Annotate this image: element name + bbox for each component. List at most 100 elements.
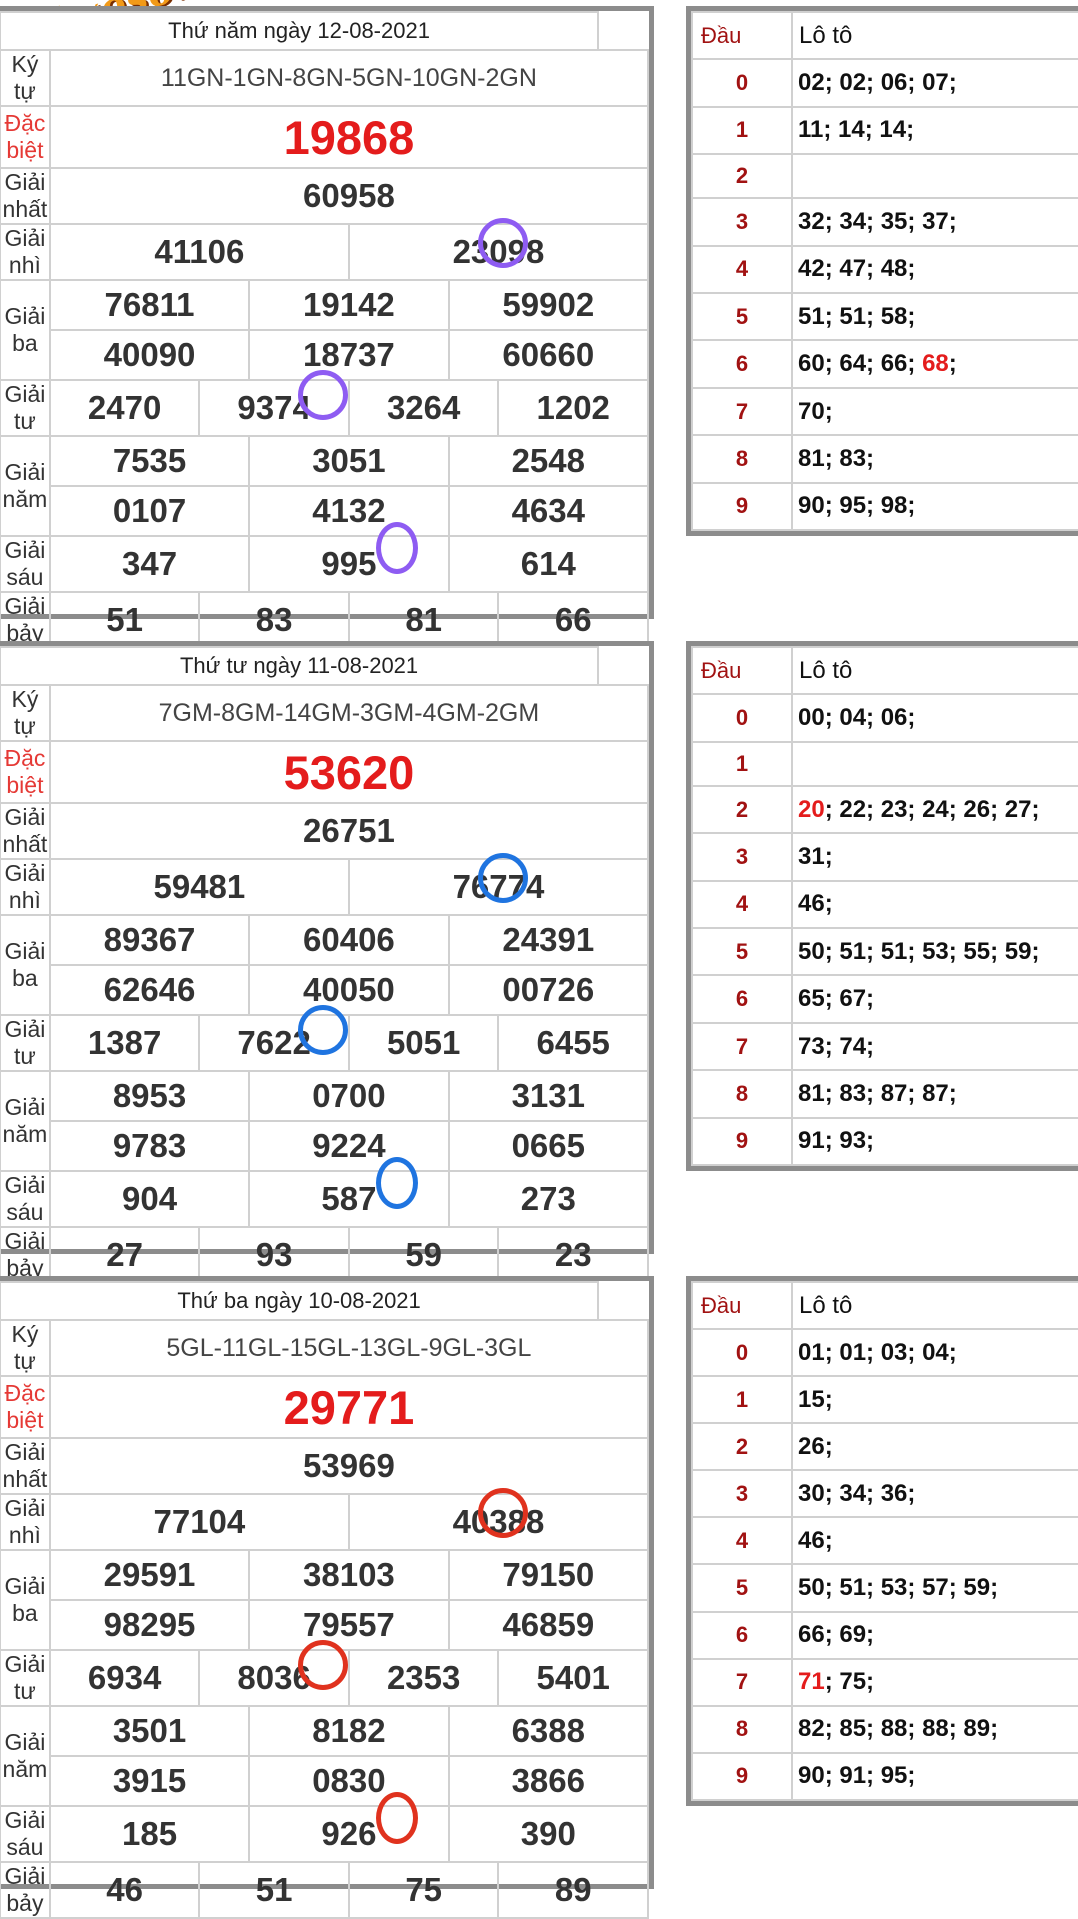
giai-nam-value: 9224 xyxy=(248,1120,450,1172)
loto-cell xyxy=(791,740,1078,787)
loto-header: Lô tô xyxy=(791,10,1078,61)
loto-cell: 02; 02; 06; 07; xyxy=(791,58,1078,108)
label-giai-nam: Giải năm xyxy=(0,1070,51,1172)
loto-table: Đầu Lô tô 0 01; 01; 03; 04; 1 15; 2 26; 3… xyxy=(686,1276,1078,1806)
loto-highlight: 71 xyxy=(798,1668,825,1696)
giai-ba-value: 00726 xyxy=(447,964,650,1016)
loto-values: 42; 47; 48; xyxy=(798,255,916,283)
giai-nam-value: 3131 xyxy=(447,1070,650,1122)
loto-cell: 46; xyxy=(791,1516,1078,1566)
label-giai-ba: Giải ba xyxy=(0,914,51,1016)
loto-cell: 50; 51; 51; 53; 55; 59; xyxy=(791,927,1078,977)
loto-values: 31; xyxy=(798,843,833,871)
loto-header: Lô tô xyxy=(791,1280,1078,1331)
giai-ba-value: 38103 xyxy=(248,1549,450,1601)
dau-cell: 1 xyxy=(691,740,793,787)
dau-header: Đầu xyxy=(691,1280,793,1331)
giai-ba-value: 46859 xyxy=(447,1599,650,1651)
giai-nam-value: 3501 xyxy=(48,1705,251,1757)
giai-nam-value: 4132 xyxy=(248,485,450,537)
loto-values: 73; 74; xyxy=(798,1032,875,1060)
dau-cell: 7 xyxy=(691,1021,793,1072)
giai-sau-value: 347 xyxy=(48,535,251,593)
dau-cell: 4 xyxy=(691,244,793,295)
giai-nhi-value: 41106 xyxy=(48,223,350,281)
dau-cell: 9 xyxy=(691,1751,793,1802)
giai-nam-value: 0700 xyxy=(248,1070,450,1122)
giai-nam-value: 2548 xyxy=(447,435,650,487)
label-giai-ba: Giải ba xyxy=(0,279,51,381)
loto-cell: 15; xyxy=(791,1375,1078,1425)
dau-cell: 5 xyxy=(691,292,793,342)
giai-ba-value: 76811 xyxy=(48,279,251,331)
giai-ba-value: 59902 xyxy=(447,279,650,331)
draw-date: Thứ ba ngày 10-08-2021 xyxy=(0,1281,600,1321)
loto-values: 30; 34; 36; xyxy=(798,1479,916,1507)
label-dac-biet: Đặc biệt xyxy=(0,1375,51,1439)
dau-cell: 0 xyxy=(691,58,793,108)
loto-cell: 11; 14; 14; xyxy=(791,105,1078,156)
giai-tu-value: 6455 xyxy=(497,1014,649,1072)
giai-tu-value: 2470 xyxy=(48,379,201,437)
loto-values: 91; 93; xyxy=(798,1127,875,1155)
label-dac-biet: Đặc biệt xyxy=(0,740,51,804)
loto-table: Đầu Lô tô 0 02; 02; 06; 07; 1 11; 14; 14;… xyxy=(686,6,1078,536)
giai-tu-value: 8036 xyxy=(198,1649,350,1707)
dau-cell: 2 xyxy=(691,784,793,835)
giai-nhi-value: 76774 xyxy=(347,858,650,916)
label-giai-nhat: Giải nhất xyxy=(0,167,51,225)
loto-cell: 81; 83; 87; 87; xyxy=(791,1069,1078,1119)
dau-cell: 6 xyxy=(691,1610,793,1660)
giai-tu-value: 1387 xyxy=(48,1014,201,1072)
giai-tu-value: 5051 xyxy=(347,1014,500,1072)
loto-cell: 71; 75; xyxy=(791,1657,1078,1707)
dau-cell: 2 xyxy=(691,153,793,200)
giai-nhat-value: 53969 xyxy=(48,1437,650,1495)
label-giai-nhat: Giải nhất xyxy=(0,802,51,860)
dac-biet-value: 29771 xyxy=(48,1375,650,1439)
ky-tu-value: 7GM-8GM-14GM-3GM-4GM-2GM xyxy=(48,684,650,742)
loto-cell: 42; 47; 48; xyxy=(791,244,1078,295)
loto-values: 70; xyxy=(798,397,833,425)
giai-nam-value: 4634 xyxy=(447,485,650,537)
giai-ba-value: 40090 xyxy=(48,329,251,381)
loto-cell: 82; 85; 88; 88; 89; xyxy=(791,1704,1078,1754)
dau-cell: 7 xyxy=(691,1657,793,1707)
loto-cell xyxy=(791,153,1078,200)
giai-sau-value: 185 xyxy=(48,1805,251,1863)
dau-cell: 5 xyxy=(691,927,793,977)
loto-cell: 30; 34; 36; xyxy=(791,1469,1078,1519)
dau-cell: 3 xyxy=(691,197,793,247)
loto-values: 65; 67; xyxy=(798,985,875,1013)
dac-biet-value: 53620 xyxy=(48,740,650,804)
giai-nam-value: 0830 xyxy=(248,1755,450,1807)
loto-cell: 66; 69; xyxy=(791,1610,1078,1660)
giai-nam-value: 3915 xyxy=(48,1755,251,1807)
loto-values-tail: ; 75; xyxy=(824,1668,875,1696)
loto-cell: 60; 64; 66; 68; xyxy=(791,339,1078,389)
dau-cell: 3 xyxy=(691,832,793,882)
loto-values-tail: ; xyxy=(948,350,957,378)
label-dac-biet: Đặc biệt xyxy=(0,105,51,169)
result-table: Thứ năm ngày 12-08-2021 Ký tự 11GN-1GN-8G… xyxy=(0,6,654,649)
loto-cell: 31; xyxy=(791,832,1078,882)
giai-tu-value: 6934 xyxy=(48,1649,201,1707)
dau-cell: 8 xyxy=(691,434,793,484)
loto-values: 81; 83; xyxy=(798,444,875,472)
loto-values: 90; 91; 95; xyxy=(798,1762,916,1790)
loto-cell: 73; 74; xyxy=(791,1021,1078,1072)
loto-values: 66; 69; xyxy=(798,1621,875,1649)
label-giai-nhi: Giải nhì xyxy=(0,858,51,916)
dau-cell: 0 xyxy=(691,693,793,743)
giai-ba-value: 19142 xyxy=(248,279,450,331)
loto-cell: 46; xyxy=(791,879,1078,930)
loto-values: 46; xyxy=(798,1526,833,1554)
loto-values: 11; 14; 14; xyxy=(798,116,915,144)
giai-tu-value: 5401 xyxy=(497,1649,649,1707)
result-table: Thứ tư ngày 11-08-2021 Ký tự 7GM-8GM-14GM… xyxy=(0,641,654,1284)
giai-nam-value: 8182 xyxy=(248,1705,450,1757)
dau-cell: 6 xyxy=(691,974,793,1024)
giai-ba-value: 29591 xyxy=(48,1549,251,1601)
label-giai-nam: Giải năm xyxy=(0,435,51,537)
giai-nam-value: 6388 xyxy=(447,1705,650,1757)
